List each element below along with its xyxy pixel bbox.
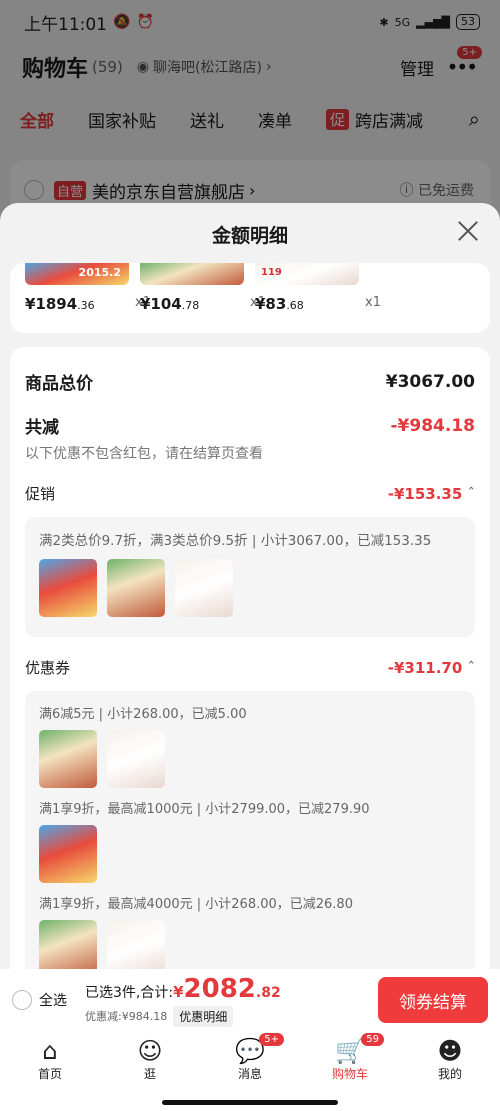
product-item[interactable]: 2015.2 ¥1894.36 x1 [25,263,151,313]
coupon-row[interactable]: 优惠券 -¥311.70 ˆ [25,657,475,678]
coupon-desc: 满1享9折，最高减4000元 | 小计268.00，已减26.80 [39,897,353,912]
product-price: ¥1894.36 [25,295,95,313]
product-thumbnail: 2015.2 [25,263,129,285]
reduce-value: -¥984.18 [390,415,476,436]
coupon-box: 满6减5元 | 小计268.00，已减5.00 满1享9折，最高减1000元 |… [25,691,475,969]
checkout-button[interactable]: 领券结算 [378,977,488,1023]
messages-badge: 5+ [259,1033,284,1046]
total-amount-decimal: .82 [255,984,281,1001]
select-all-radio[interactable] [12,990,32,1010]
product-thumbnail: 119 [255,263,359,285]
product-thumbnail[interactable] [175,559,233,617]
promo-value: -¥153.35 [387,484,463,503]
chevron-up-icon: ˆ [467,484,476,503]
amount-detail-sheet: 金额明细 2015.2 ¥1894.36 x1 ¥104.78 x1 119 ¥… [0,203,500,969]
discount-label: 优惠减:¥984.18 [85,1010,168,1023]
coupon-thumbs [39,825,461,883]
product-image-text: 2015.2 [78,266,121,279]
coupon-thumbs [39,730,461,788]
product-price: ¥83.68 [255,295,304,313]
total-value: ¥3067.00 [385,371,475,392]
product-thumbnail[interactable] [39,920,97,969]
promo-label: 促销 [25,485,56,503]
total-label: 商品总价 [25,374,93,394]
product-qty: x1 [365,295,381,310]
promo-desc: 满2类总价9.7折，满3类总价9.5折 | 小计3067.00，已减153.35 [39,533,432,549]
profile-icon: ☻ [437,1037,463,1065]
product-thumbnail [140,263,244,285]
reduce-row: 共减 -¥984.18 [25,413,476,439]
promo-row[interactable]: 促销 -¥153.35 ˆ [25,483,475,504]
coupon-thumbs [39,920,461,969]
promo-value-wrap: -¥153.35 ˆ [388,485,475,503]
nav-label: 逛 [143,1067,156,1081]
nav-label: 首页 [37,1067,62,1081]
product-price: ¥104.78 [140,295,200,313]
selected-label: 已选3件,合计: [85,984,174,1001]
reduce-label: 共减 [25,418,59,438]
coupon-desc: 满6减5元 | 小计268.00，已减5.00 [39,707,247,722]
reduce-note: 以下优惠不包含红包，请在结算页查看 [25,446,263,462]
nav-item-profile[interactable]: ☻ 我的 [420,1037,480,1111]
discount-line: 优惠减:¥984.18 优惠明细 [85,1005,281,1027]
promo-thumbs [39,559,461,617]
coupon-value: -¥311.70 [387,658,463,677]
product-thumbnail[interactable] [39,730,97,788]
product-thumbnail[interactable] [39,559,97,617]
product-image-text: 119 [261,267,282,278]
product-thumbnail[interactable] [107,730,165,788]
chevron-up-icon: ˆ [467,658,476,677]
coupon-desc: 满1享9折，最高减1000元 | 小计2799.00，已减279.90 [39,802,370,817]
summary: 已选3件,合计: ¥ 2082 .82 优惠减:¥984.18 优惠明细 [85,974,281,1027]
total-line: 已选3件,合计: ¥ 2082 .82 [85,974,281,1004]
close-icon[interactable] [456,219,480,243]
nav-label: 消息 [237,1067,262,1081]
product-thumbnail[interactable] [107,920,165,969]
currency: ¥ [173,982,184,1001]
product-strip: 2015.2 ¥1894.36 x1 ¥104.78 x1 119 ¥83.68… [10,263,490,333]
product-thumbnail[interactable] [39,825,97,883]
cart-badge: 59 [361,1033,384,1046]
nav-label: 购物车 [331,1067,368,1081]
select-all-label[interactable]: 全选 [39,990,67,1010]
checkout-bar: 全选 已选3件,合计: ¥ 2082 .82 优惠减:¥984.18 优惠明细 … [0,969,500,1031]
product-item[interactable]: 119 ¥83.68 x1 [255,263,381,313]
total-row: 商品总价 ¥3067.00 [25,369,475,395]
coupon-value-wrap: -¥311.70 ˆ [388,659,475,677]
product-thumbnail[interactable] [107,559,165,617]
total-amount: 2082 [183,973,256,1004]
product-item[interactable]: ¥104.78 x1 [140,263,266,313]
nav-item-home[interactable]: ⌂ 首页 [20,1037,80,1111]
reduce-note-row: 以下优惠不包含红包，请在结算页查看 [25,443,475,463]
browse-icon: ☺ [137,1037,163,1065]
home-icon: ⌂ [42,1037,58,1065]
discount-detail-button[interactable]: 优惠明细 [173,1005,234,1027]
bottom-nav: ⌂ 首页 ☺ 逛 💬 5+ 消息 🛒 59 购物车 ☻ 我的 [0,1031,500,1111]
price-detail-card: 商品总价 ¥3067.00 共减 -¥984.18 以下优惠不包含红包，请在结算… [10,347,490,969]
promo-box: 满2类总价9.7折，满3类总价9.5折 | 小计3067.00，已减153.35 [25,517,475,637]
home-indicator[interactable] [162,1100,338,1105]
sheet-title: 金额明细 [211,225,288,247]
coupon-label: 优惠券 [25,659,71,677]
nav-label: 我的 [437,1067,462,1081]
